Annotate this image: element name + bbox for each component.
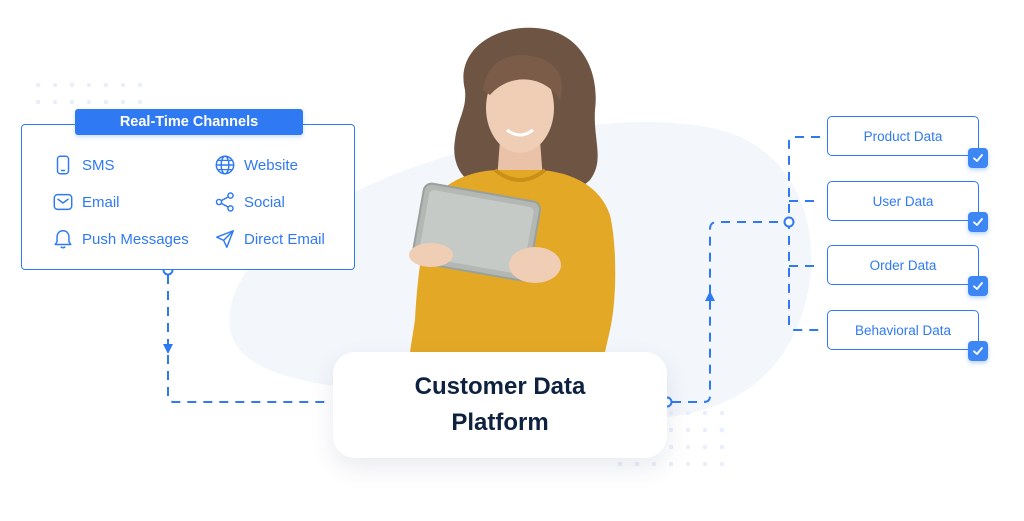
woman-with-tablet-illustration bbox=[409, 27, 616, 352]
output-label: Order Data bbox=[869, 257, 937, 273]
channel-direct-email[interactable]: Direct Email bbox=[214, 228, 325, 250]
smartphone-icon bbox=[56, 155, 70, 175]
check-icon bbox=[968, 276, 988, 296]
bell-icon bbox=[54, 230, 72, 249]
channel-label: Email bbox=[82, 193, 120, 211]
right-hand bbox=[509, 247, 561, 283]
output-user-data[interactable]: User Data bbox=[827, 181, 979, 221]
left-hand bbox=[409, 243, 453, 267]
channel-website[interactable]: Website bbox=[214, 154, 298, 176]
customer-data-platform-card[interactable]: Customer Data Platform bbox=[333, 352, 667, 458]
share-icon bbox=[215, 192, 234, 212]
channel-label: Direct Email bbox=[244, 230, 325, 248]
output-label: User Data bbox=[872, 193, 934, 209]
output-product-data[interactable]: Product Data bbox=[827, 116, 979, 156]
channel-label: SMS bbox=[82, 156, 115, 174]
output-label: Product Data bbox=[863, 128, 943, 144]
channel-email[interactable]: Email bbox=[52, 191, 120, 213]
check-icon bbox=[968, 212, 988, 232]
output-behavioral-data[interactable]: Behavioral Data bbox=[827, 310, 979, 350]
channel-label: Social bbox=[244, 193, 285, 211]
channel-label: Push Messages bbox=[82, 230, 189, 248]
check-icon bbox=[968, 341, 988, 361]
cdp-title: Customer Data Platform bbox=[414, 373, 586, 436]
channel-sms[interactable]: SMS bbox=[52, 154, 115, 176]
connector-hub-node bbox=[783, 216, 795, 228]
channel-push-messages[interactable]: Push Messages bbox=[52, 228, 189, 250]
check-icon bbox=[968, 148, 988, 168]
envelope-icon bbox=[53, 193, 73, 211]
channel-label: Website bbox=[244, 156, 298, 174]
output-label: Behavioral Data bbox=[854, 322, 952, 338]
real-time-channels-title: Real-Time Channels bbox=[75, 109, 303, 135]
send-icon bbox=[216, 230, 234, 248]
arrow-down-icon bbox=[163, 344, 173, 354]
dot-grid-left bbox=[36, 83, 155, 104]
globe-icon bbox=[215, 155, 235, 175]
channel-social[interactable]: Social bbox=[214, 191, 285, 213]
output-order-data[interactable]: Order Data bbox=[827, 245, 979, 285]
